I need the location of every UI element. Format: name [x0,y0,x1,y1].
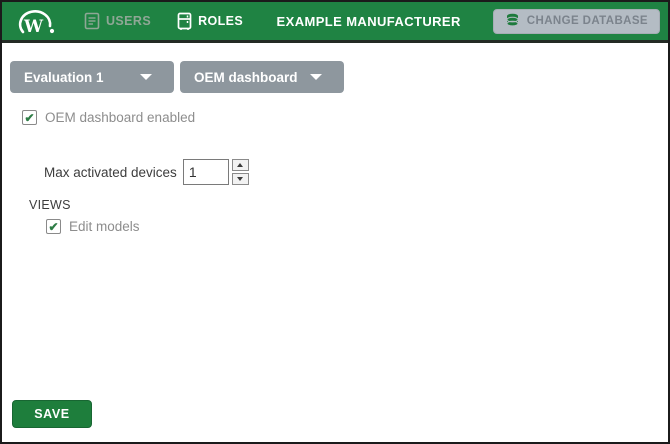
spinner-up-button[interactable] [231,159,249,171]
edit-models-label: Edit models [69,219,140,234]
role-select-value: Evaluation 1 [24,69,104,85]
edit-models-checkbox[interactable]: ✔ [46,219,61,234]
main-content: Evaluation 1 OEM dashboard ✔ OEM dashboa… [2,43,668,439]
max-devices-spinner [231,159,249,185]
max-devices-row: Max activated devices [44,158,249,186]
nav-item-roles[interactable]: ROLES [177,12,243,31]
max-devices-input[interactable] [182,159,229,185]
views-section-heading: VIEWS [29,198,71,212]
svg-text:W: W [23,17,44,37]
nav-item-users[interactable]: USERS [84,12,151,30]
chevron-down-icon [140,74,152,80]
database-icon [505,13,520,29]
main-nav: USERS ROLES [84,12,243,31]
role-select[interactable]: Evaluation 1 [10,61,174,93]
chevron-down-icon [310,74,322,80]
oem-enabled-row: ✔ OEM dashboard enabled [22,110,195,125]
oem-enabled-checkbox[interactable]: ✔ [22,110,37,125]
app-window: W USERS ROLES EXAMPLE MANUFACTURER CHANG… [0,0,670,444]
manufacturer-title: EXAMPLE MANUFACTURER [276,13,461,29]
users-list-icon [84,12,100,30]
arrow-down-icon [237,177,244,181]
spinner-down-button[interactable] [231,173,249,185]
section-select[interactable]: OEM dashboard [180,61,344,93]
section-select-value: OEM dashboard [194,69,298,85]
filter-row: Evaluation 1 OEM dashboard [10,61,344,93]
change-database-label: CHANGE DATABASE [526,15,648,27]
save-button[interactable]: SAVE [12,400,92,428]
change-database-button[interactable]: CHANGE DATABASE [492,8,660,34]
arrow-up-icon [237,163,244,167]
max-devices-label: Max activated devices [44,164,177,180]
roles-cabinet-icon [177,12,192,31]
nav-users-label: USERS [106,14,152,28]
edit-models-row: ✔ Edit models [46,219,140,234]
brand-logo-icon: W [18,10,55,37]
top-navbar: W USERS ROLES EXAMPLE MANUFACTURER CHANG… [2,2,668,43]
oem-enabled-label: OEM dashboard enabled [45,110,196,125]
nav-roles-label: ROLES [198,14,244,28]
